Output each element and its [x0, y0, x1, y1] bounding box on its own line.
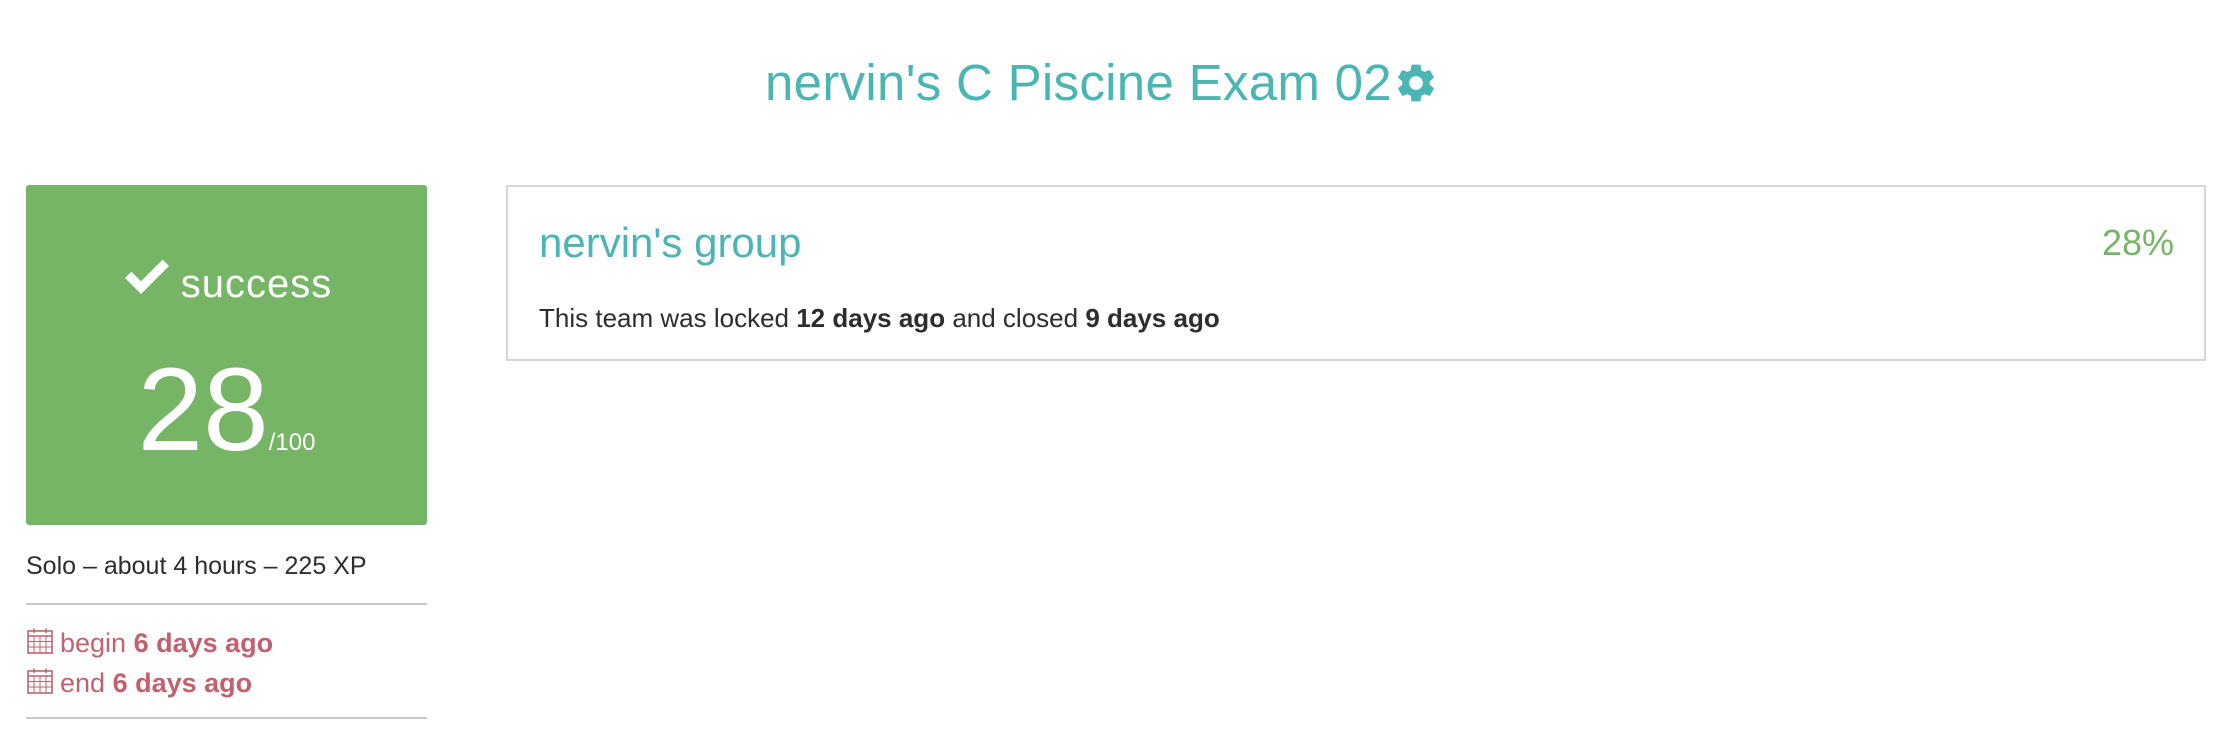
begin-label: begin	[60, 628, 127, 658]
status-label: success	[180, 262, 333, 306]
team-name-link[interactable]: nervin's group	[539, 215, 802, 271]
closed-prefix: and closed	[952, 303, 1079, 333]
end-label: end	[60, 668, 106, 698]
divider	[26, 717, 427, 719]
begin-date: begin 6 days ago	[26, 623, 427, 663]
check-icon	[124, 259, 169, 294]
calendar-icon	[27, 628, 53, 654]
team-lock-status: This team was locked 12 days ago and clo…	[539, 300, 1220, 336]
project-summary: Solo – about 4 hours – 225 XP	[26, 552, 367, 580]
begin-value: 6 days ago	[133, 628, 274, 658]
team-card: nervin's group 28% This team was locked …	[506, 185, 2206, 361]
score-value: 28	[137, 344, 269, 476]
calendar-icon	[27, 668, 53, 694]
gear-icon[interactable]	[1393, 60, 1439, 106]
team-percent: 28%	[2101, 222, 2174, 263]
header: nervin's C Piscine Exam 02	[0, 48, 2232, 118]
closed-value: 9 days ago	[1085, 303, 1220, 333]
locked-prefix: This team was locked	[539, 303, 789, 333]
end-value: 6 days ago	[112, 668, 253, 698]
status-line: success	[26, 255, 427, 309]
divider	[26, 603, 427, 605]
score-max: /100	[268, 429, 316, 456]
page-title: nervin's C Piscine Exam 02	[765, 54, 1392, 111]
project-sidebar: success 28/100 Solo – about 4 hours – 22…	[26, 185, 427, 719]
score: 28/100	[26, 345, 427, 475]
locked-value: 12 days ago	[796, 303, 946, 333]
dates: begin 6 days ago end 6 days ago	[26, 623, 427, 703]
end-date: end 6 days ago	[26, 663, 427, 703]
result-card: success 28/100	[26, 185, 427, 525]
